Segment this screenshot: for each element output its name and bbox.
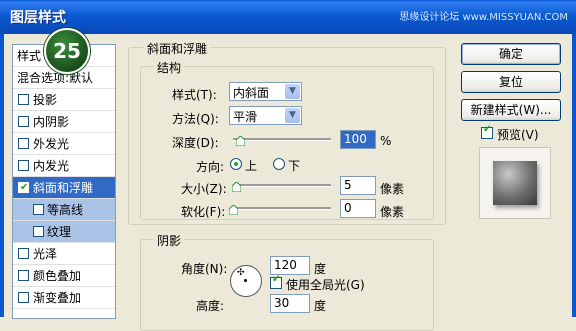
checkmark-icon: ✔ <box>483 124 492 135</box>
gradient-overlay-checkbox[interactable] <box>18 292 29 303</box>
bevel-emboss-title: 斜面和浮雕 <box>144 40 211 57</box>
shading-title: 阴影 <box>154 232 185 249</box>
window-frame-right <box>572 34 576 317</box>
depth-unit: % <box>380 134 392 148</box>
depth-slider-thumb[interactable] <box>236 136 245 146</box>
inner-shadow-checkbox[interactable] <box>18 116 29 127</box>
angle-input[interactable]: 120 <box>270 256 310 275</box>
size-slider-thumb[interactable] <box>232 182 241 192</box>
angle-label: 角度(N): <box>181 262 228 276</box>
checkmark-icon: ✔ <box>272 274 281 285</box>
ok-button[interactable]: 确定 <box>461 43 561 65</box>
checkmark-icon: ✔ <box>20 182 29 193</box>
drop-shadow-checkbox[interactable] <box>18 94 29 105</box>
list-item-label: 纹理 <box>47 225 72 239</box>
list-item-satin[interactable]: 光泽 <box>13 243 115 265</box>
bevel-emboss-checkbox[interactable]: ✔ <box>18 182 29 193</box>
soften-slider-thumb[interactable] <box>229 205 238 215</box>
list-item-label: 颜色叠加 <box>33 269 82 283</box>
radio-dot-icon <box>234 162 238 166</box>
list-item-color-overlay[interactable]: 颜色叠加 <box>13 265 115 287</box>
preview-label: 预览(V) <box>497 128 539 142</box>
chevron-down-icon[interactable]: ▼ <box>285 108 300 123</box>
styles-header-label: 样式 <box>17 49 42 63</box>
angle-dial[interactable]: ✣ <box>230 265 262 297</box>
size-slider-track[interactable] <box>233 184 331 187</box>
list-item-drop-shadow[interactable]: 投影 <box>13 89 115 111</box>
style-select-value: 内斜面 <box>233 86 270 100</box>
global-light-checkbox[interactable]: ✔ <box>270 274 282 289</box>
technique-select[interactable]: 平滑 ▼ <box>229 106 302 125</box>
soften-label: 软化(F): <box>181 205 226 219</box>
list-item-label: 内发光 <box>33 159 70 173</box>
soften-unit: 像素 <box>380 205 405 219</box>
technique-select-value: 平滑 <box>233 110 258 124</box>
list-item-label: 投影 <box>33 93 58 107</box>
style-select[interactable]: 内斜面 ▼ <box>229 82 302 101</box>
altitude-label: 高度: <box>196 299 225 313</box>
altitude-unit: 度 <box>314 299 327 313</box>
list-item-label: 外发光 <box>33 137 70 151</box>
list-item-outer-glow[interactable]: 外发光 <box>13 133 115 155</box>
preview-swatch <box>493 161 537 205</box>
soften-input[interactable]: 0 <box>340 199 376 218</box>
list-item-inner-shadow[interactable]: 内阴影 <box>13 111 115 133</box>
list-item-contour[interactable]: 等高线 <box>13 199 115 221</box>
dial-center <box>244 279 247 282</box>
list-item-label: 等高线 <box>47 203 84 217</box>
list-item-label: 斜面和浮雕 <box>33 181 94 195</box>
altitude-input[interactable]: 30 <box>270 294 310 313</box>
direction-down-radio[interactable] <box>273 158 285 170</box>
step-number-badge: 25 <box>44 28 90 74</box>
style-label: 样式(T): <box>172 88 217 102</box>
list-item-texture[interactable]: 纹理 <box>13 221 115 243</box>
watermark-text: 思缘设计论坛 www.MISSYUAN.COM <box>399 12 568 23</box>
reset-button[interactable]: 复位 <box>461 71 561 93</box>
direction-up-label: 上 <box>245 159 258 173</box>
direction-up-radio[interactable] <box>230 158 242 170</box>
preview-checkbox[interactable]: ✔ <box>481 124 493 139</box>
chevron-down-icon[interactable]: ▼ <box>285 84 300 99</box>
list-item-gradient-overlay[interactable]: 渐变叠加 <box>13 287 115 309</box>
list-item-inner-glow[interactable]: 内发光 <box>13 155 115 177</box>
texture-checkbox[interactable] <box>33 226 44 237</box>
direction-label: 方向: <box>196 160 225 174</box>
color-overlay-checkbox[interactable] <box>18 270 29 281</box>
size-input[interactable]: 5 <box>340 176 376 195</box>
soften-slider-track[interactable] <box>233 207 331 210</box>
depth-input[interactable]: 100 <box>340 130 376 149</box>
size-label: 大小(Z): <box>181 182 227 196</box>
structure-title: 结构 <box>154 59 185 76</box>
direction-down-label: 下 <box>288 159 301 173</box>
preview-panel <box>479 147 551 219</box>
technique-label: 方法(Q): <box>172 112 219 126</box>
list-item-bevel-emboss[interactable]: ✔ 斜面和浮雕 <box>13 177 115 199</box>
list-item-label: 渐变叠加 <box>33 291 82 305</box>
contour-checkbox[interactable] <box>33 204 44 215</box>
depth-slider-track[interactable] <box>233 138 331 141</box>
satin-checkbox[interactable] <box>18 248 29 259</box>
inner-glow-checkbox[interactable] <box>18 160 29 171</box>
global-light-label: 使用全局光(G) <box>286 278 365 292</box>
depth-label: 深度(D): <box>172 136 219 150</box>
outer-glow-checkbox[interactable] <box>18 138 29 149</box>
size-unit: 像素 <box>380 182 405 196</box>
window-title: 图层样式 <box>10 10 66 26</box>
crosshair-icon: ✣ <box>237 268 245 278</box>
window-frame-left <box>0 34 4 317</box>
angle-unit: 度 <box>314 262 327 276</box>
new-style-button[interactable]: 新建样式(W)... <box>461 99 561 121</box>
styles-list: 样式 混合选项:默认 投影 内阴影 外发光 内发光 ✔ 斜面和浮雕 等高线 纹理… <box>12 44 116 319</box>
list-item-label: 光泽 <box>33 247 58 261</box>
list-item-label: 内阴影 <box>33 115 70 129</box>
